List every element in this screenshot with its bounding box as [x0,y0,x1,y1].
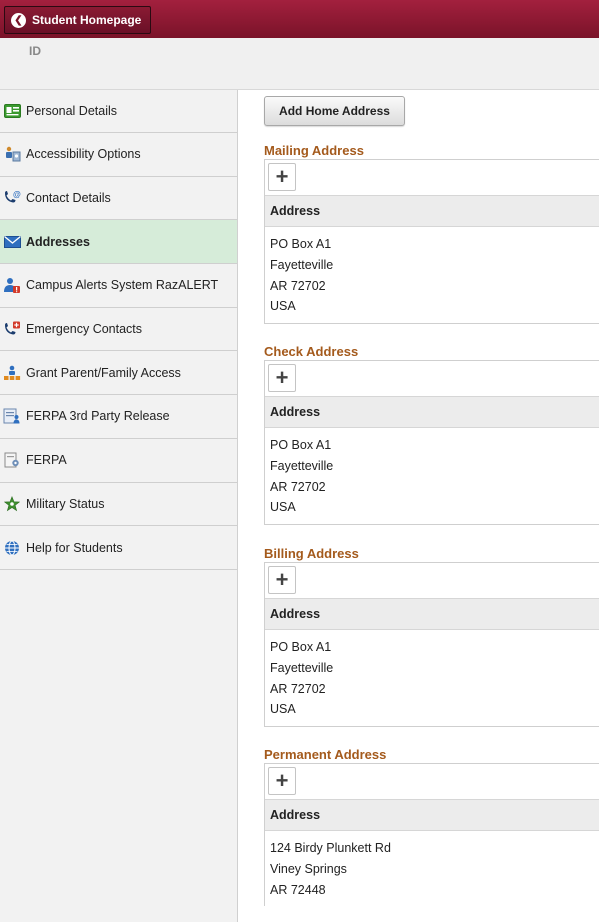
star-icon [3,495,21,512]
address-line: Fayetteville [270,257,334,272]
envelope-icon [3,234,21,250]
sidebar-item-label: FERPA 3rd Party Release [26,409,170,424]
section-title: Billing Address [264,546,359,561]
address-line: AR 72702 [270,278,326,293]
address-line: USA [270,702,296,717]
sidebar-item-label: Accessibility Options [26,147,141,162]
phone-cross-icon [3,321,21,337]
sidebar-item-accessibility-options[interactable]: Accessibility Options [0,133,237,177]
permanent-address-section: Permanent Address + Address 124 Birdy Pl… [264,747,599,907]
column-header: Address [265,396,599,428]
main-content: Add Home Address Mailing Address + Addre… [239,90,599,922]
sidebar-item-label: Help for Students [26,540,123,555]
family-icon [3,365,21,381]
toolbar-row: + [265,160,599,195]
sidebar-item-label: Contact Details [26,191,111,206]
address-line: PO Box A1 [270,237,332,251]
sidebar-item-label: Campus Alerts System RazALERT [26,278,219,293]
address-grid: + Address 124 Birdy Plunkett Rd Viney Sp… [264,763,599,907]
sidebar-item-label: Military Status [26,496,105,511]
column-header: Address [265,195,599,227]
section-title: Mailing Address [264,143,364,158]
back-arrow-icon: ❮ [11,12,26,28]
toolbar-row: + [265,764,599,799]
sidebar-item-addresses[interactable]: Addresses [0,220,237,265]
sidebar-item-emergency-contacts[interactable]: Emergency Contacts [0,308,237,352]
address-line: Viney Springs [270,861,347,876]
sidebar: Personal Details Accessibility Options @… [0,90,238,922]
address-cell: PO Box A1 Fayetteville AR 72702 USA [265,227,599,323]
add-row-button[interactable]: + [268,767,296,795]
sidebar-item-personal-details[interactable]: Personal Details [0,90,237,133]
address-line: AR 72448 [270,882,326,897]
address-cell: PO Box A1 Fayetteville AR 72702 USA [265,428,599,524]
student-homepage-button[interactable]: ❮ Student Homepage [4,6,151,34]
id-label: ID [29,44,41,58]
sidebar-item-grant-parent-access[interactable]: Grant Parent/Family Access [0,351,237,396]
document-person-icon [3,408,21,424]
address-line: PO Box A1 [270,438,332,452]
accessibility-icon [3,146,21,162]
billing-address-section: Billing Address + Address PO Box A1 Faye… [264,546,599,728]
sidebar-item-ferpa-3rd-party[interactable]: FERPA 3rd Party Release [0,395,237,439]
address-grid: + Address PO Box A1 Fayetteville AR 7270… [264,159,599,325]
sidebar-item-label: FERPA [26,453,67,468]
document-gear-icon [3,452,21,468]
sidebar-item-label: Addresses [26,234,90,249]
toolbar-row: + [265,361,599,396]
address-line: 124 Birdy Plunkett Rd [270,841,391,855]
address-line: Fayetteville [270,458,334,473]
section-title: Check Address [264,344,359,359]
address-cell: PO Box A1 Fayetteville AR 72702 USA [265,630,599,726]
address-line: AR 72702 [270,479,326,494]
add-row-button[interactable]: + [268,364,296,392]
address-cell: 124 Birdy Plunkett Rd Viney Springs AR 7… [265,831,599,906]
address-line: AR 72702 [270,681,326,696]
top-banner: ❮ Student Homepage [0,0,599,38]
section-title: Permanent Address [264,747,387,762]
sidebar-item-campus-alerts[interactable]: Campus Alerts System RazALERT [0,264,237,308]
sidebar-item-label: Emergency Contacts [26,322,143,337]
address-line: USA [270,299,296,314]
svg-text:@: @ [13,190,21,199]
phone-at-icon: @ [3,190,21,206]
person-alert-icon [3,277,21,294]
address-grid: + Address PO Box A1 Fayetteville AR 7270… [264,360,599,526]
add-row-button[interactable]: + [268,163,296,191]
address-grid: + Address PO Box A1 Fayetteville AR 7270… [264,562,599,728]
sidebar-item-ferpa[interactable]: FERPA [0,439,237,483]
address-line: PO Box A1 [270,640,332,654]
mailing-address-section: Mailing Address + Address PO Box A1 Faye… [264,143,599,325]
globe-icon [3,540,21,556]
student-homepage-label: Student Homepage [32,13,142,27]
toolbar-row: + [265,563,599,598]
address-line: USA [270,500,296,515]
sidebar-item-help-for-students[interactable]: Help for Students [0,526,237,570]
sidebar-item-contact-details[interactable]: @ Contact Details [0,177,237,221]
sidebar-item-label: Personal Details [26,104,118,118]
check-address-section: Check Address + Address PO Box A1 Fayett… [264,344,599,526]
column-header: Address [265,598,599,630]
id-card-icon [3,103,21,119]
id-bar: ID [0,38,599,90]
add-row-button[interactable]: + [268,566,296,594]
sidebar-item-label: Grant Parent/Family Access [26,365,181,380]
add-home-address-button[interactable]: Add Home Address [264,96,405,126]
address-line: Fayetteville [270,660,334,675]
sidebar-item-military-status[interactable]: Military Status [0,483,237,527]
column-header: Address [265,799,599,831]
